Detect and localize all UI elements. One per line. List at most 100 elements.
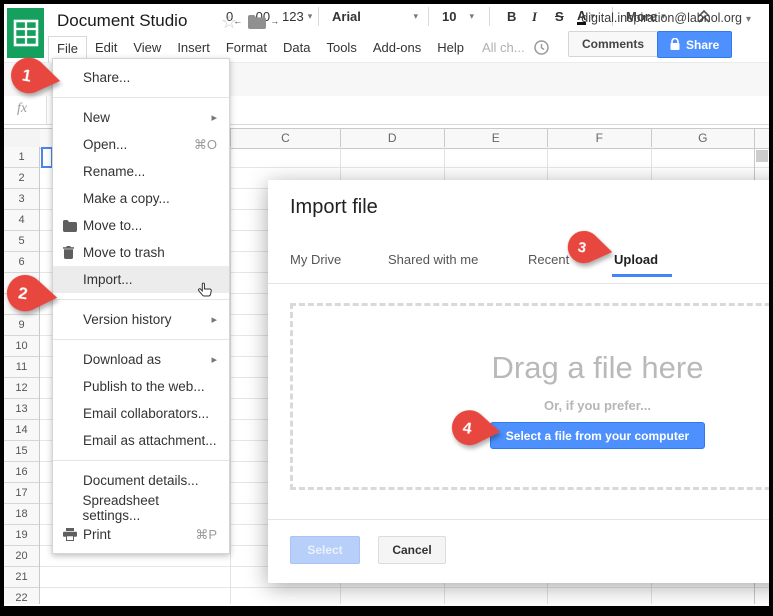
row-header-17[interactable]: 17 (4, 483, 39, 504)
menu-item-download-as[interactable]: Download as ▸ (53, 346, 229, 373)
menu-item-share[interactable]: Share... (53, 64, 229, 91)
font-size-select[interactable]: 10 ▾ (442, 0, 474, 33)
column-header-c[interactable]: C (230, 128, 340, 147)
dialog-title: Import file (290, 196, 378, 218)
row-header-20[interactable]: 20 (4, 546, 39, 567)
menubar-item-help[interactable]: Help (429, 36, 472, 59)
column-header-d[interactable]: D (340, 128, 444, 147)
menu-item-open[interactable]: Open... ⌘O (53, 131, 229, 158)
toolbar-divider (428, 7, 429, 26)
number-format-button[interactable]: 123 ▾ (282, 0, 312, 33)
menubar-item-addons[interactable]: Add-ons (365, 36, 429, 59)
step-marker-4: 4 (445, 401, 506, 460)
folder-icon (63, 219, 83, 232)
document-title[interactable]: Document Studio (57, 11, 187, 31)
star-icon[interactable]: ☆ (221, 12, 237, 33)
active-tab-underline (612, 274, 672, 277)
cancel-button[interactable]: Cancel (378, 536, 446, 564)
menu-item-label: Email collaborators... (83, 406, 210, 421)
revision-history-icon[interactable] (533, 39, 550, 56)
tab-shared-with-me[interactable]: Shared with me (388, 250, 478, 270)
grid-vertical-line (230, 128, 231, 604)
menu-item-move-to[interactable]: Move to... (53, 212, 229, 239)
row-header-13[interactable]: 13 (4, 399, 39, 420)
move-folder-icon[interactable] (248, 15, 266, 34)
menu-item-label: Spreadsheet settings... (82, 492, 160, 523)
select-button[interactable]: Select (290, 536, 360, 564)
italic-button[interactable]: I (532, 0, 537, 33)
row-header-15[interactable]: 15 (4, 441, 39, 462)
menubar-item-insert[interactable]: Insert (169, 36, 218, 59)
column-header-f[interactable]: F (547, 128, 651, 147)
menu-item-publish-to-the-web[interactable]: Publish to the web... (53, 373, 229, 400)
frame-border (0, 0, 773, 4)
menu-item-make-a-copy[interactable]: Make a copy... (53, 185, 229, 212)
column-header-g[interactable]: G (650, 128, 755, 147)
font-family-select[interactable]: Arial ▾ (332, 0, 418, 33)
step-marker-2: 2 (0, 266, 63, 327)
menu-item-version-history[interactable]: Version history ▸ (53, 306, 229, 333)
menu-item-label: Import... (83, 272, 133, 287)
dialog-footer-divider (268, 519, 773, 520)
row-header-10[interactable]: 10 (4, 336, 39, 357)
row-header-5[interactable]: 5 (4, 231, 39, 252)
menu-item-email-as-attachment[interactable]: Email as attachment... (53, 427, 229, 454)
menubar-item-format[interactable]: Format (218, 36, 275, 59)
row-header-19[interactable]: 19 (4, 525, 39, 546)
chevron-down-icon: ▾ (307, 11, 313, 21)
menubar-item-data[interactable]: Data (275, 36, 318, 59)
bold-button[interactable]: B (507, 0, 516, 33)
select-file-button[interactable]: Select a file from your computer (489, 422, 706, 449)
menu-separator (53, 460, 229, 461)
row-header-12[interactable]: 12 (4, 378, 39, 399)
row-header-14[interactable]: 14 (4, 420, 39, 441)
toolbar-divider (318, 7, 319, 26)
menu-item-document-details[interactable]: Document details... (53, 467, 229, 494)
chevron-down-icon: ▾ (413, 11, 418, 21)
menu-item-email-collaborators[interactable]: Email collaborators... (53, 400, 229, 427)
dialog-divider (268, 283, 773, 284)
menu-item-new[interactable]: New ▸ (53, 104, 229, 131)
tab-my-drive[interactable]: My Drive (290, 250, 341, 270)
share-button[interactable]: Share (657, 31, 733, 58)
row-headers: 12345678910111213141516171819202122 (4, 147, 40, 604)
scrollbar-corner[interactable] (756, 150, 768, 162)
frame-border (769, 0, 773, 616)
menu-item-label: Share... (83, 70, 131, 85)
row-header-3[interactable]: 3 (4, 189, 39, 210)
menu-item-spreadsheet-settings[interactable]: Spreadsheet settings... (53, 492, 229, 523)
all-changes-saved-text[interactable]: All ch... (472, 40, 531, 55)
menu-item-rename[interactable]: Rename... (53, 158, 229, 185)
menu-item-label: Make a copy... (83, 191, 170, 206)
column-header-e[interactable]: E (443, 128, 548, 147)
row-header-21[interactable]: 21 (4, 567, 39, 588)
menu-item-label: Version history (83, 312, 172, 327)
menu-item-label: Open... (83, 137, 128, 152)
chevron-down-icon: ▾ (469, 11, 474, 21)
menu-item-move-to-trash[interactable]: Move to trash (53, 239, 229, 266)
row-header-18[interactable]: 18 (4, 504, 39, 525)
menubar-item-tools[interactable]: Tools (318, 36, 364, 59)
file-dropzone[interactable]: Drag a file here Or, if you prefer... Se… (290, 303, 773, 490)
row-header-4[interactable]: 4 (4, 210, 39, 231)
account-email[interactable]: digital.inspiration@labnol.org ▾ (581, 11, 751, 25)
row-header-22[interactable]: 22 (4, 588, 39, 604)
comments-button[interactable]: Comments (568, 31, 659, 57)
menu-shortcut: ⌘O (193, 136, 217, 152)
toolbar-divider (489, 7, 490, 26)
row-header-16[interactable]: 16 (4, 462, 39, 483)
row-header-2[interactable]: 2 (4, 168, 39, 189)
menu-item-print[interactable]: Print ⌘P (53, 521, 229, 548)
lock-icon (670, 38, 680, 50)
menubar-item-view[interactable]: View (125, 36, 169, 59)
menu-separator (53, 339, 229, 340)
row-header-1[interactable]: 1 (4, 147, 39, 168)
menubar-item-edit[interactable]: Edit (87, 36, 125, 59)
menu-item-label: Publish to the web... (83, 379, 205, 394)
row-header-11[interactable]: 11 (4, 357, 39, 378)
strikethrough-button[interactable]: S (555, 0, 564, 33)
tab-upload[interactable]: Upload (614, 250, 658, 270)
screenshot-stage: Document Studio ☆ digital.inspiration@la… (0, 0, 773, 616)
step-marker-1: 1 (2, 48, 67, 109)
select-all-corner[interactable] (4, 128, 41, 149)
